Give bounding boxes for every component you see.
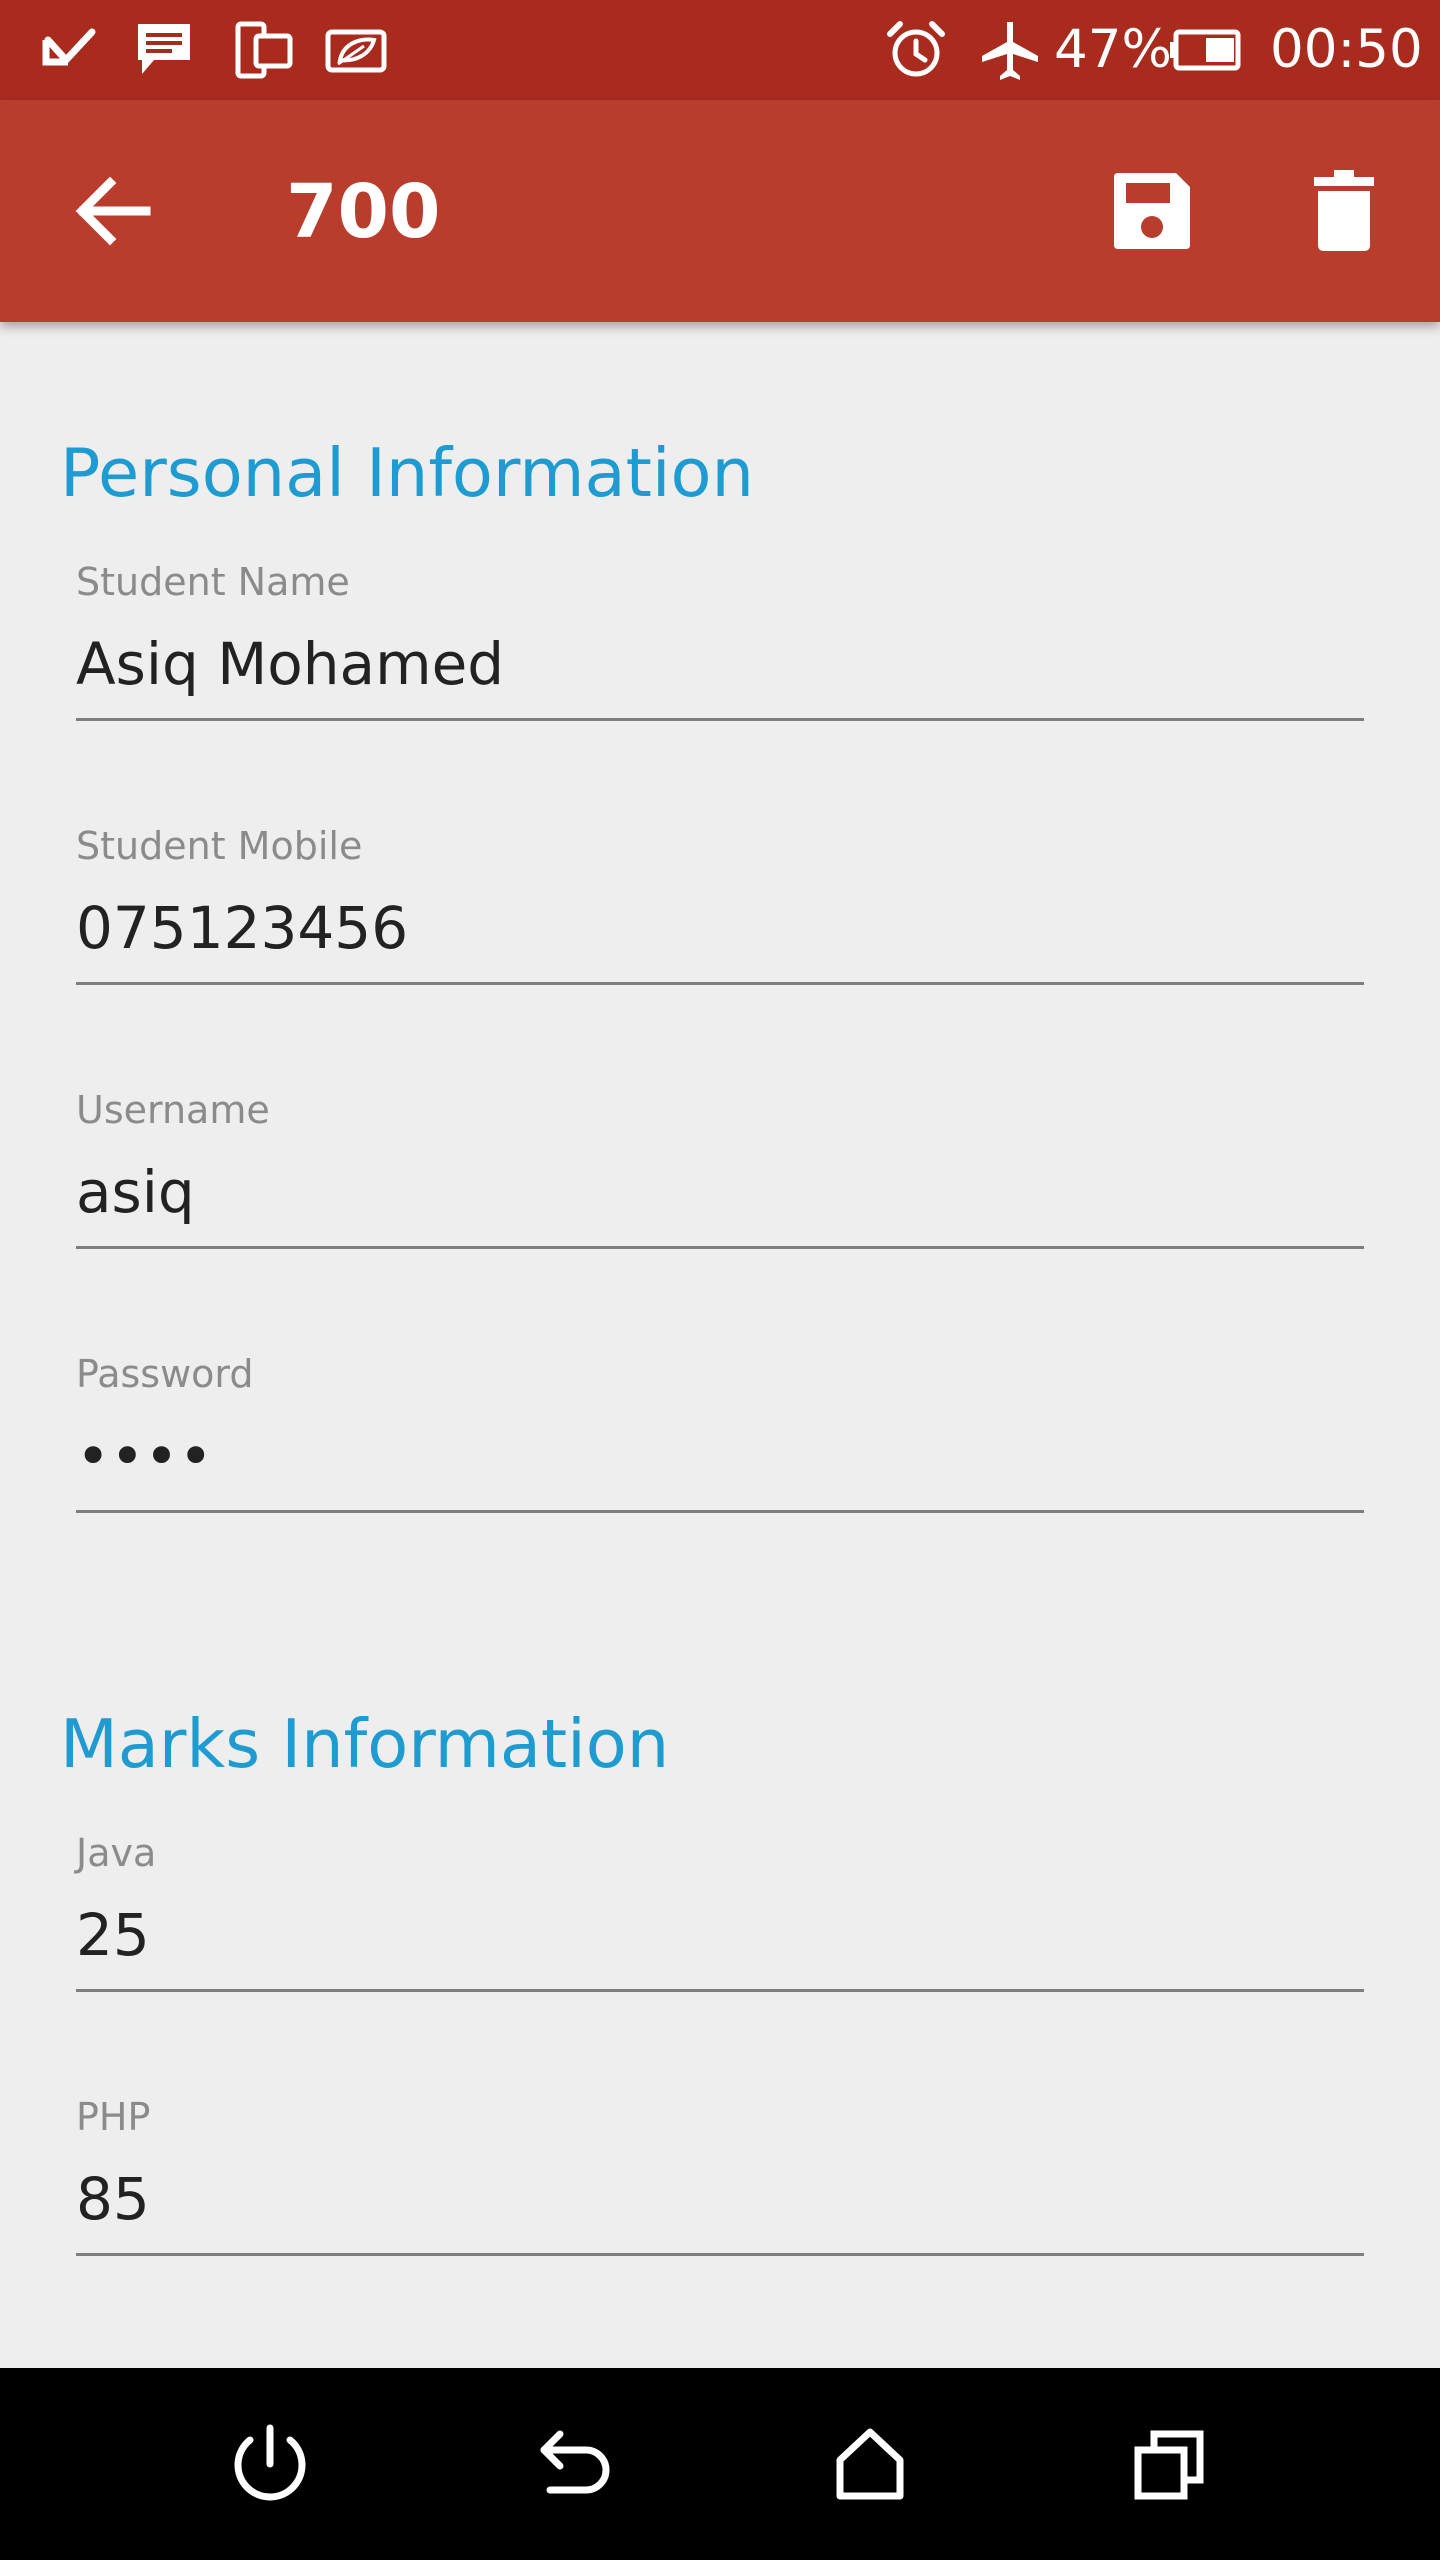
navigation-bar [0, 2368, 1440, 2560]
student-mobile-field[interactable]: Student Mobile 075123456 [76, 822, 1364, 1022]
marks-information-title: Marks Information [60, 1705, 670, 1783]
delete-icon [1314, 170, 1374, 251]
power-button[interactable] [206, 2400, 334, 2528]
eco-leaf-icon [324, 18, 388, 82]
student-name-field[interactable]: Student Name Asiq Mohamed [76, 558, 1364, 758]
password-input[interactable]: •••• [76, 1416, 1364, 1496]
delete-button[interactable] [1296, 163, 1392, 259]
java-marks-input[interactable]: 25 [76, 1895, 1364, 1975]
field-underline [76, 1246, 1364, 1249]
clock: 00:50 [1270, 19, 1423, 80]
student-name-input[interactable]: Asiq Mohamed [76, 624, 1364, 704]
java-marks-field[interactable]: Java 25 [76, 1829, 1364, 2029]
message-icon [132, 18, 196, 82]
back-icon [540, 2430, 610, 2494]
personal-information-title: Personal Information [60, 434, 754, 512]
password-field[interactable]: Password •••• [76, 1350, 1364, 1550]
field-label: Username [76, 1088, 270, 1132]
back-button[interactable] [64, 163, 160, 259]
field-underline [76, 1989, 1364, 1992]
home-button[interactable] [806, 2400, 934, 2528]
power-icon [234, 2424, 306, 2501]
missed-call-icon [38, 18, 102, 82]
field-label: Password [76, 1352, 254, 1396]
field-underline [76, 982, 1364, 985]
student-mobile-input[interactable]: 075123456 [76, 888, 1364, 968]
username-field[interactable]: Username asiq [76, 1086, 1364, 1286]
field-label: PHP [76, 2095, 151, 2139]
recents-icon [1134, 2430, 1204, 2500]
field-underline [76, 718, 1364, 721]
form-content: Personal Information Student Name Asiq M… [0, 322, 1440, 2368]
phone-tablet-icon [232, 18, 296, 82]
field-underline [76, 1510, 1364, 1513]
field-underline [76, 2253, 1364, 2256]
battery-icon [1168, 18, 1242, 82]
field-label: Student Mobile [76, 824, 363, 868]
home-icon [836, 2428, 904, 2500]
save-button[interactable] [1104, 163, 1200, 259]
page-title: 700 [286, 169, 441, 255]
status-bar: 47% 00:50 [0, 0, 1440, 100]
arrow-back-icon [75, 176, 151, 246]
field-label: Student Name [76, 560, 350, 604]
battery-percent: 47% [1054, 19, 1172, 80]
alarm-icon [884, 18, 948, 82]
php-marks-input[interactable]: 85 [76, 2159, 1364, 2239]
php-marks-field[interactable]: PHP 85 [76, 2093, 1364, 2293]
airplane-mode-icon [978, 18, 1042, 82]
save-icon [1114, 173, 1190, 249]
toolbar: 700 [0, 100, 1440, 322]
recents-button[interactable] [1106, 2400, 1234, 2528]
username-input[interactable]: asiq [76, 1152, 1364, 1232]
nav-back-button[interactable] [506, 2400, 634, 2528]
field-label: Java [76, 1831, 157, 1875]
